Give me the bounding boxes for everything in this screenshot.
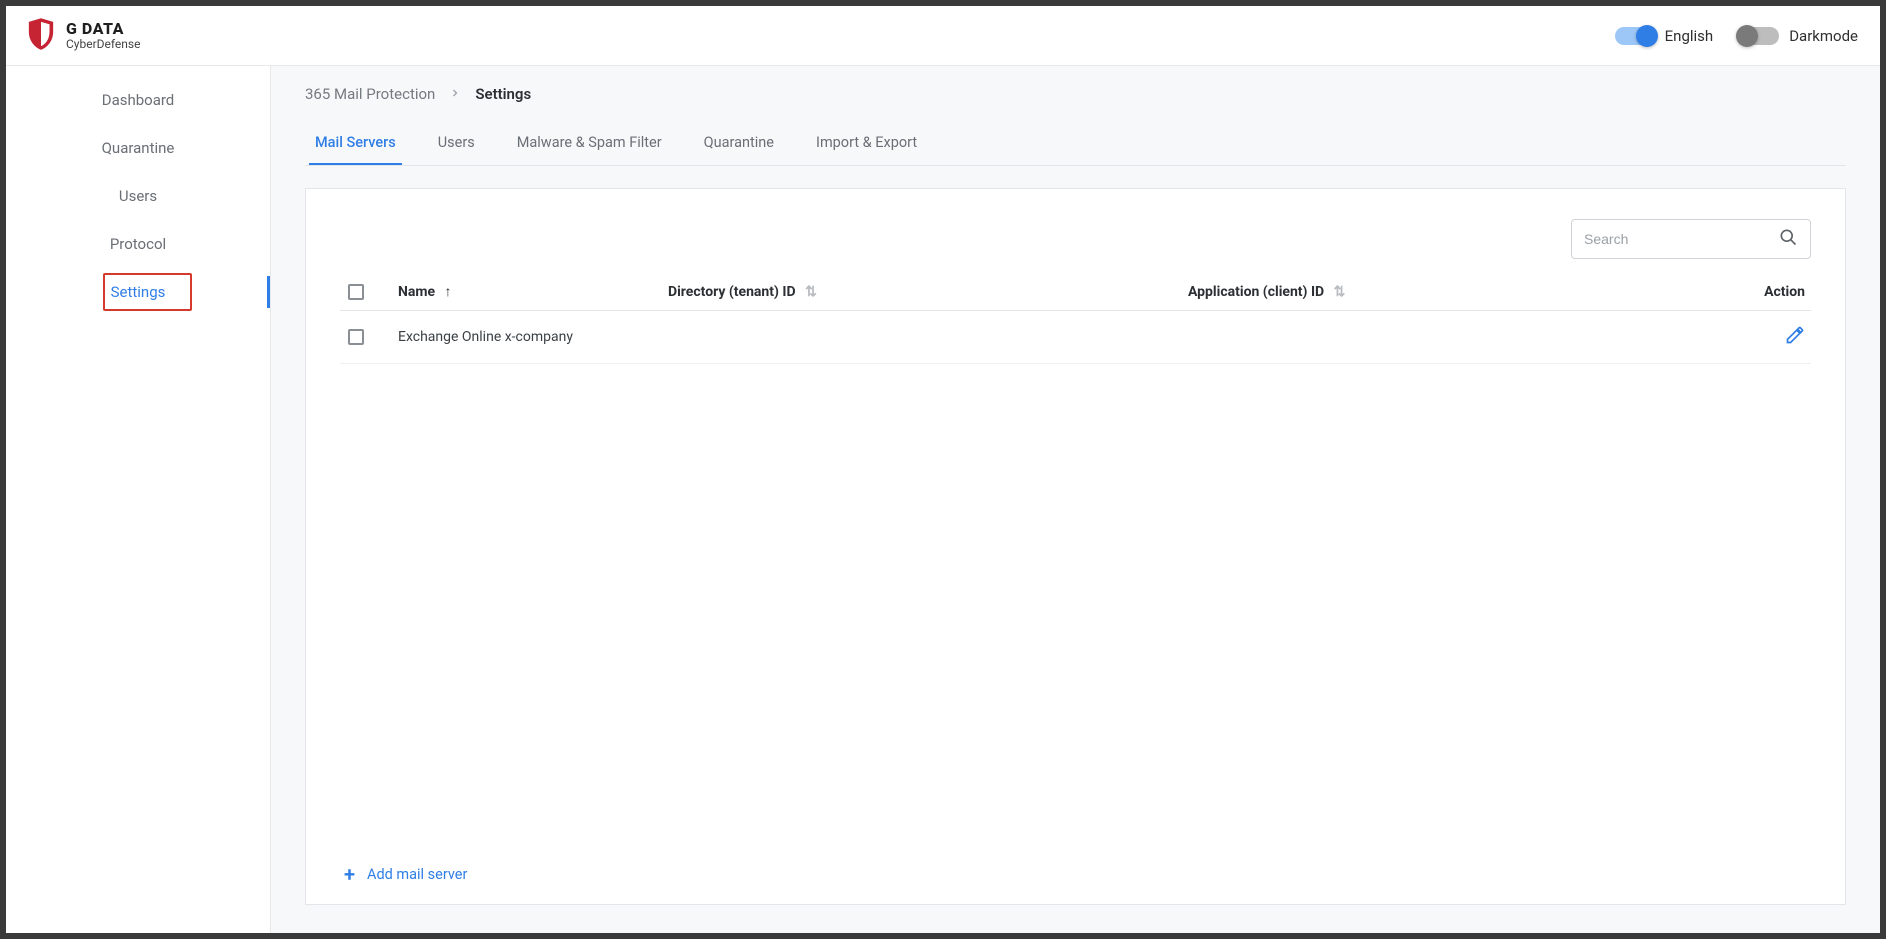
sidebar-item-label: Dashboard xyxy=(102,91,175,109)
language-label: English xyxy=(1665,27,1714,45)
edit-button[interactable] xyxy=(1785,325,1805,349)
sidebar: Dashboard Quarantine Users Protocol Sett… xyxy=(6,66,271,933)
search-icon xyxy=(1778,227,1798,251)
darkmode-toggle[interactable]: Darkmode xyxy=(1739,27,1858,45)
chevron-right-icon xyxy=(449,85,461,103)
panel: Name ↑ Directory (tenant) ID ⇅ Applicati… xyxy=(305,188,1846,905)
tab-mail-servers[interactable]: Mail Servers xyxy=(309,122,402,165)
add-mail-server-label: Add mail server xyxy=(367,866,467,883)
brand-sub: CyberDefense xyxy=(66,38,140,51)
column-header-action: Action xyxy=(1600,273,1811,311)
main: 365 Mail Protection Settings Mail Server… xyxy=(271,66,1880,933)
pencil-icon xyxy=(1785,325,1805,349)
cell-application xyxy=(1180,311,1600,364)
cell-directory xyxy=(660,311,1180,364)
mail-servers-table: Name ↑ Directory (tenant) ID ⇅ Applicati… xyxy=(340,273,1811,364)
sort-icon: ⇅ xyxy=(805,284,817,300)
sidebar-item-label: Quarantine xyxy=(102,139,175,157)
add-mail-server-button[interactable]: + Add mail server xyxy=(340,864,1811,884)
sidebar-item-dashboard[interactable]: Dashboard xyxy=(6,76,270,124)
search-field[interactable] xyxy=(1584,231,1770,247)
sidebar-item-users[interactable]: Users xyxy=(6,172,270,220)
sort-icon: ⇅ xyxy=(1334,284,1346,300)
sort-asc-icon: ↑ xyxy=(445,284,452,300)
tab-malware-spam[interactable]: Malware & Spam Filter xyxy=(511,122,668,165)
header: G DATA CyberDefense English Darkmode xyxy=(6,6,1880,66)
tab-users[interactable]: Users xyxy=(432,122,481,165)
search-input[interactable] xyxy=(1571,219,1811,259)
sidebar-item-protocol[interactable]: Protocol xyxy=(6,220,270,268)
select-all-checkbox[interactable] xyxy=(348,284,364,300)
sidebar-item-settings[interactable]: Settings xyxy=(6,268,270,316)
sidebar-item-label: Settings xyxy=(111,283,166,301)
brand-shield-icon xyxy=(24,17,58,55)
breadcrumb: 365 Mail Protection Settings xyxy=(305,66,1846,122)
sidebar-item-label: Users xyxy=(119,187,157,205)
table-row: Exchange Online x-company xyxy=(340,311,1811,364)
sidebar-item-label: Protocol xyxy=(110,235,166,253)
language-switch[interactable] xyxy=(1615,27,1655,45)
darkmode-label: Darkmode xyxy=(1789,27,1858,45)
tab-quarantine[interactable]: Quarantine xyxy=(698,122,780,165)
sidebar-item-quarantine[interactable]: Quarantine xyxy=(6,124,270,172)
breadcrumb-parent[interactable]: 365 Mail Protection xyxy=(305,85,435,103)
language-toggle[interactable]: English xyxy=(1615,27,1714,45)
column-header-name[interactable]: Name ↑ xyxy=(390,273,660,311)
brand: G DATA CyberDefense xyxy=(24,17,140,55)
plus-icon: + xyxy=(344,864,355,884)
row-checkbox[interactable] xyxy=(348,329,364,345)
cell-name: Exchange Online x-company xyxy=(390,311,660,364)
brand-title: G DATA xyxy=(66,21,140,38)
darkmode-switch[interactable] xyxy=(1739,27,1779,45)
breadcrumb-current: Settings xyxy=(475,85,531,103)
column-header-application[interactable]: Application (client) ID ⇅ xyxy=(1180,273,1600,311)
column-header-directory[interactable]: Directory (tenant) ID ⇅ xyxy=(660,273,1180,311)
tabs: Mail Servers Users Malware & Spam Filter… xyxy=(305,122,1846,166)
tab-import-export[interactable]: Import & Export xyxy=(810,122,923,165)
